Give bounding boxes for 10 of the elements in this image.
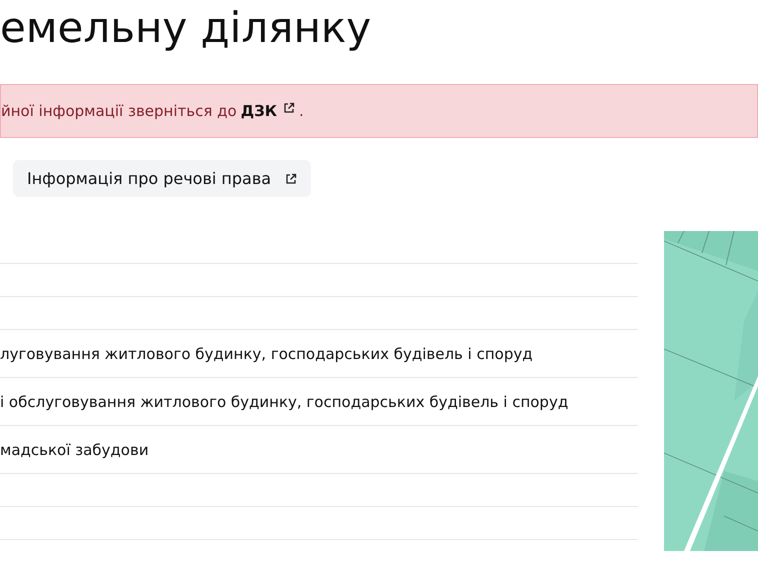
table-cell: і обслуговування житлового будинку, господарських будівель і споруд <box>0 392 568 410</box>
alert-text: йної інформації зверніться до <box>1 102 237 120</box>
alert-punctuation: . <box>298 102 304 120</box>
external-link-icon <box>282 102 295 114</box>
table-cell: луговування житлового будинку, господарських будівель і споруд <box>0 344 533 362</box>
page-heading: емельну ділянку <box>0 2 372 54</box>
dzk-link[interactable]: ДЗК <box>240 102 277 120</box>
table-cell: мадської забудови <box>0 440 149 458</box>
property-rights-button[interactable]: Інформація про речові права <box>13 160 312 197</box>
external-link-icon <box>285 172 298 184</box>
